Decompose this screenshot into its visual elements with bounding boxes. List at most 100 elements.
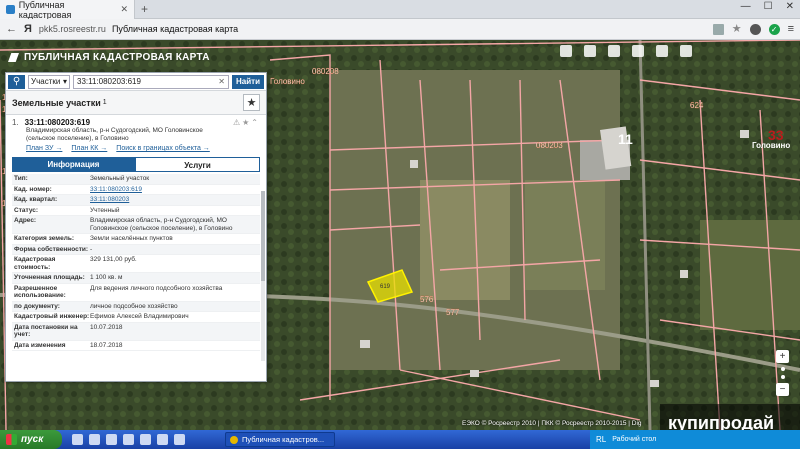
quick-launch-icon[interactable]: [106, 434, 117, 445]
print-icon[interactable]: [632, 45, 644, 57]
object-type-value: Участки: [31, 77, 61, 86]
url-page-title: Публичная кадастровая карта: [111, 24, 239, 34]
map-label-577: 577: [446, 308, 460, 317]
start-button[interactable]: пуск: [0, 430, 62, 449]
property-value: личное подсобное хозяйство: [90, 302, 178, 310]
zoom-controls: + −: [776, 350, 789, 396]
link-plan-kk[interactable]: План КК →: [71, 145, 107, 152]
property-row: Кад. номер: 33:11:080203:619: [12, 185, 260, 195]
tab-services[interactable]: Услуги: [135, 157, 260, 172]
close-window-button[interactable]: ✕: [786, 1, 794, 12]
new-tab-button[interactable]: +: [141, 2, 148, 16]
tab-info[interactable]: Информация: [12, 157, 135, 172]
link-search-in-bounds[interactable]: Поиск в границах объекта →: [116, 145, 210, 152]
property-row: Статус: Учтенный: [12, 206, 260, 216]
bookmark-star-icon[interactable]: ★: [732, 23, 742, 35]
basemap-icon[interactable]: [584, 45, 596, 57]
map-label-golovino: Головино: [270, 77, 305, 86]
property-value[interactable]: 33:11:080203:619: [90, 186, 260, 194]
clear-icon[interactable]: ✕: [218, 77, 225, 86]
map-top-toolbar: [560, 45, 692, 57]
favorites-star-button[interactable]: ★: [243, 94, 260, 111]
measure-icon[interactable]: [608, 45, 620, 57]
property-row: Дата изменения 18.07.2018: [12, 341, 260, 351]
portal-title: ПУБЛИЧНАЯ КАДАСТРОВАЯ КАРТА: [24, 52, 210, 63]
object-type-select[interactable]: Участки ▾: [28, 74, 70, 89]
property-value[interactable]: 33:11:080203: [90, 196, 260, 204]
properties-table: Тип: Земельный участок Кад. номер: 33:11:08…: [12, 174, 260, 351]
layers-icon[interactable]: [560, 45, 572, 57]
property-value: 1 100 кв. м: [90, 274, 123, 281]
address-bar[interactable]: pkk5.rosreestr.ru Публичная кадастровая …: [39, 24, 238, 34]
maximize-button[interactable]: ☐: [764, 1, 773, 12]
property-key: Тип:: [14, 175, 28, 182]
property-key: Категория земель:: [14, 235, 75, 242]
property-key: Кадастровый инженер:: [14, 313, 90, 320]
property-key: Разрешенное использование:: [14, 284, 66, 300]
result-item[interactable]: 1. 33:11:080203:619 ⚠★⌃ Владимирская обл…: [6, 115, 266, 152]
quick-launch-icon[interactable]: [123, 434, 134, 445]
property-key: Уточненная площадь:: [14, 274, 85, 281]
portal-logo-icon: [8, 53, 19, 62]
browser-navbar: ← Я pkk5.rosreestr.ru Публичная кадастро…: [0, 19, 800, 40]
quick-launch-icon[interactable]: [157, 434, 168, 445]
language-indicator[interactable]: RL: [596, 435, 606, 444]
property-key: Дата постановки на учет:: [14, 323, 78, 339]
link-plan-zu[interactable]: План ЗУ →: [26, 145, 62, 152]
quick-launch-icon[interactable]: [140, 434, 151, 445]
quick-launch-icon[interactable]: [72, 434, 83, 445]
browser-tab[interactable]: Публичная кадастровая ✕: [0, 0, 135, 20]
result-links: План ЗУ → План КК → Поиск в границах объ…: [26, 145, 260, 152]
menu-icon[interactable]: ≡: [788, 23, 794, 35]
checkmark-icon[interactable]: ✓: [768, 23, 780, 35]
property-value: Владимирская область, р-н Судогодский, М…: [90, 217, 233, 232]
panel-scrollbar[interactable]: [261, 191, 265, 361]
start-label: пуск: [21, 434, 44, 445]
map-label-parcel-619: 619: [380, 284, 391, 290]
share-icon[interactable]: [656, 45, 668, 57]
map-label-quarter-080208: 080208: [312, 67, 339, 76]
search-icon[interactable]: ⚲: [8, 74, 25, 89]
property-value: -: [90, 245, 93, 253]
reader-icon[interactable]: [712, 23, 724, 35]
zoom-level-dot[interactable]: [780, 375, 785, 379]
favicon-icon: [6, 5, 15, 14]
property-value: 18.07.2018: [90, 341, 123, 349]
map-label-golovino-east: Головино: [752, 141, 790, 150]
result-tools-icons[interactable]: ⚠★⌃: [233, 118, 260, 127]
find-button[interactable]: Найти: [232, 74, 264, 89]
search-panel: ⚲ Участки ▾ 33:11:080203:619 ✕ Найти Зем…: [5, 72, 267, 382]
taskbar-browser-item[interactable]: Публичная кадастров...: [225, 432, 335, 447]
back-button[interactable]: ←: [6, 23, 17, 35]
search-query: 33:11:080203:619: [77, 77, 141, 86]
system-tray: RL Рабочий стол: [590, 430, 800, 449]
property-value: 329 131,00 руб.: [90, 256, 137, 263]
property-row: Тип: Земельный участок: [12, 174, 260, 185]
map-label-624: 624: [690, 101, 704, 110]
minimize-button[interactable]: —: [741, 1, 751, 12]
close-tab-icon[interactable]: ✕: [120, 4, 128, 15]
quick-launch-icon[interactable]: [89, 434, 100, 445]
quick-launch-icon[interactable]: [174, 434, 185, 445]
zoom-level-dot[interactable]: [780, 367, 785, 371]
protect-icon[interactable]: [749, 23, 761, 35]
property-value: Учтенный: [90, 206, 120, 214]
windows-taskbar: пуск Публичная кадастров... RL Рабочий с…: [0, 430, 800, 449]
help-icon[interactable]: [680, 45, 692, 57]
zoom-in-button[interactable]: +: [776, 350, 789, 363]
property-key: Кад. квартал:: [14, 196, 58, 203]
property-value: Для ведения личного подсобного хозяйства: [90, 284, 223, 292]
chevron-down-icon: ▾: [62, 77, 67, 86]
search-row: ⚲ Участки ▾ 33:11:080203:619 ✕ Найти: [6, 73, 266, 91]
desktop-label[interactable]: Рабочий стол: [612, 436, 656, 443]
zoom-out-button[interactable]: −: [776, 383, 789, 396]
scrollbar-thumb[interactable]: [261, 191, 265, 281]
search-input[interactable]: 33:11:080203:619 ✕: [73, 74, 229, 89]
property-key: Форма собственности:: [14, 245, 89, 253]
property-row: Дата постановки на учет: 10.07.2018: [12, 322, 260, 341]
navbar-tools: ★ ✓ ≡: [712, 23, 794, 35]
result-cad-number[interactable]: 33:11:080203:619: [25, 118, 90, 127]
map-copyright: ЕЭКО © Росреестр 2010 | ПКК © Росреестр …: [462, 420, 642, 427]
yandex-icon[interactable]: Я: [24, 23, 32, 35]
result-index: 1.: [12, 118, 19, 127]
